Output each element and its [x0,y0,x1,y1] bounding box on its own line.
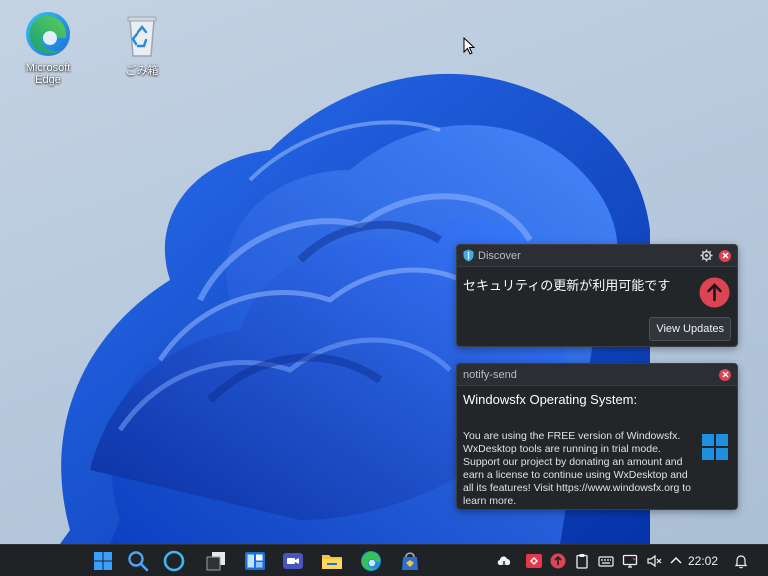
anydesk-icon[interactable] [526,553,542,569]
volume-muted-icon[interactable] [646,553,662,569]
desktop-icon-label: Microsoft Edge [25,62,71,86]
close-icon [722,252,728,259]
cloud-sync-icon[interactable] [496,553,512,569]
desktop-icon-label: ごみ箱 [125,65,159,77]
discover-notification: Discover セキュリティの更新が利用可能です View Updates [456,244,738,347]
edge-icon [26,12,70,56]
keyboard-icon[interactable] [598,553,614,569]
gear-icon[interactable] [700,249,713,262]
search-icon[interactable] [126,549,150,573]
close-button[interactable] [719,368,731,381]
clock[interactable]: 22:02 [688,554,718,568]
view-updates-button[interactable]: View Updates [649,317,731,341]
taskbar: 22:02 [0,544,768,576]
desktop-icon-edge[interactable]: Microsoft Edge [12,8,84,86]
notification-title: Windowsfx Operating System: [463,392,638,407]
edge-icon[interactable] [359,549,383,573]
update-arrow-icon [699,277,730,308]
notify-send-notification: notify-send Windowsfx Operating System: … [456,363,738,510]
desktop-icon-recycle-bin[interactable]: ごみ箱 [106,8,178,78]
update-alert-icon[interactable] [550,553,566,569]
widgets-icon[interactable] [243,549,267,573]
shield-icon [463,249,474,262]
notification-title: セキュリティの更新が利用可能です [463,278,671,293]
notification-header: notify-send [457,364,737,386]
network-icon[interactable] [622,553,638,569]
clipboard-icon[interactable] [574,553,590,569]
notification-app-name: Discover [478,249,521,262]
cortana-icon[interactable] [162,549,186,573]
close-button[interactable] [719,249,731,262]
windows-logo-icon [702,434,728,460]
notification-app-name: notify-send [463,368,517,381]
close-icon [722,371,728,378]
store-icon[interactable] [398,549,422,573]
notification-header: Discover [457,245,737,267]
file-explorer-icon[interactable] [320,549,344,573]
notification-body: You are using the FREE version of Window… [463,430,691,507]
recycle-bin-icon [127,16,157,57]
mouse-cursor-icon [463,37,475,55]
start-icon[interactable] [91,549,115,573]
teams-icon[interactable] [281,549,305,573]
task-view-icon[interactable] [204,549,228,573]
chevron-up-icon[interactable] [668,553,684,569]
notification-bell-icon[interactable] [733,553,749,569]
